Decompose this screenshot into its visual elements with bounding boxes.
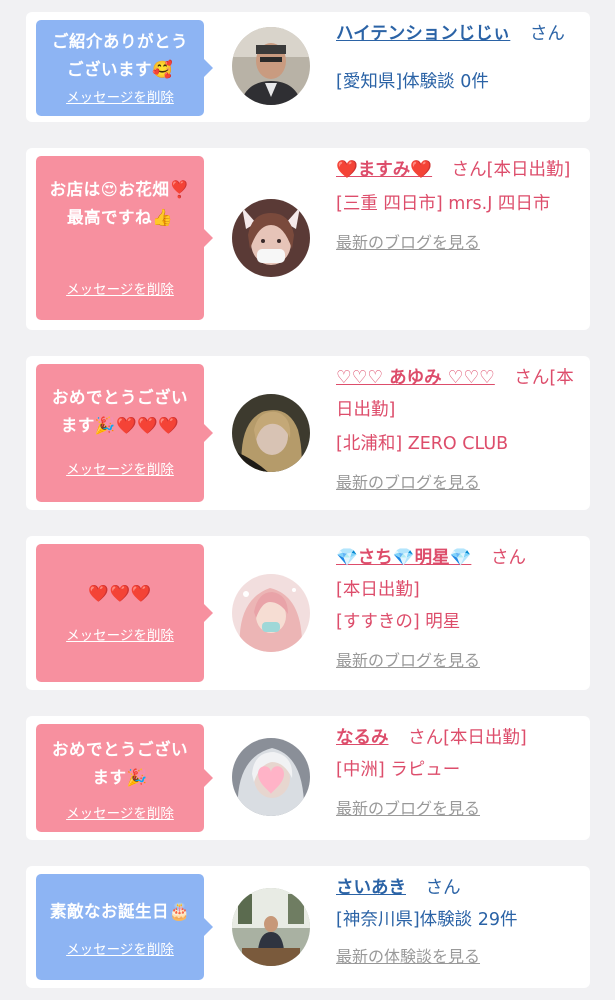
delete-message-link[interactable]: メッセージを削除: [36, 802, 204, 822]
sender-info: ❤️ますみ❤️ さん[本日出勤] [三重 四日市] mrs.J 四日市 最新のブ…: [336, 154, 582, 258]
delete-message-link[interactable]: メッセージを削除: [36, 624, 204, 644]
delete-message-link[interactable]: メッセージを削除: [36, 938, 204, 958]
message-card: おめでとうございます🎉 メッセージを削除 なるみ さん[本日出勤] [中洲] ラ…: [26, 716, 590, 840]
delete-message-link[interactable]: メッセージを削除: [36, 86, 204, 106]
message-text: おめでとうございます🎉❤️❤️❤️: [52, 388, 188, 435]
honorific: さん: [425, 878, 461, 898]
latest-blog-link[interactable]: 最新のブログを見る: [336, 228, 582, 258]
honorific: さん: [490, 548, 526, 568]
message-bubble: ❤️❤️❤️ メッセージを削除: [36, 544, 213, 682]
delete-message-link[interactable]: メッセージを削除: [36, 458, 204, 478]
message-text: ❤️❤️❤️: [88, 584, 152, 603]
sender-info: さいあき さん [神奈川県]体験談 29件 最新の体験談を見る: [336, 872, 582, 972]
woman-pink-hair-image: [232, 574, 310, 652]
message-card: お店は😍お花畑❣️最高ですね👍 メッセージを削除 ❤️ますみ❤️ さん[本日出勤…: [26, 148, 590, 330]
sender-detail: [三重 四日市] mrs.J 四日市: [336, 194, 551, 214]
latest-blog-link[interactable]: 最新のブログを見る: [336, 794, 582, 824]
honorific: さん[本日出勤]: [451, 160, 571, 180]
sender-status: [本日出勤]: [336, 580, 420, 600]
message-text: お店は😍お花畑❣️最高ですね👍: [49, 180, 191, 227]
cat-ear-woman-image: [232, 199, 310, 277]
man-in-room-image: [232, 888, 310, 966]
sender-info: ♡♡♡ あゆみ ♡♡♡ さん[本日出勤] [北浦和] ZERO CLUB 最新の…: [336, 362, 582, 498]
sender-detail: [愛知県]体験談 0件: [336, 72, 489, 92]
latest-blog-link[interactable]: 最新のブログを見る: [336, 468, 582, 498]
sender-detail: [北浦和] ZERO CLUB: [336, 434, 509, 454]
sender-name-link[interactable]: ❤️ますみ❤️: [336, 160, 432, 180]
message-bubble: おめでとうございます🎉❤️❤️❤️ メッセージを削除: [36, 364, 213, 502]
sender-name-link[interactable]: さいあき: [336, 878, 406, 898]
message-text: おめでとうございます🎉: [52, 740, 188, 787]
message-text: ご紹介ありがとうございます🥰: [52, 32, 188, 79]
sender-detail: [神奈川県]体験談 29件: [336, 910, 518, 930]
avatar[interactable]: [232, 888, 310, 966]
honorific: さん: [529, 24, 565, 44]
message-bubble: ご紹介ありがとうございます🥰 メッセージを削除: [36, 20, 213, 116]
sender-name-link[interactable]: ハイテンションじじぃ: [336, 24, 510, 44]
sender-info: 💎さち💎明星💎 さん [本日出勤] [すすきの] 明星 最新のブログを見る: [336, 542, 582, 676]
message-bubble: おめでとうございます🎉 メッセージを削除: [36, 724, 213, 832]
message-list: ご紹介ありがとうございます🥰 メッセージを削除 ハイテンションじじぃ さん [愛…: [0, 0, 615, 1000]
avatar[interactable]: [232, 27, 310, 105]
latest-review-link[interactable]: 最新の体験談を見る: [336, 942, 582, 972]
message-bubble: 素敵なお誕生日🎂 メッセージを削除: [36, 874, 213, 980]
message-card: ご紹介ありがとうございます🥰 メッセージを削除 ハイテンションじじぃ さん [愛…: [26, 12, 590, 122]
sender-name-link[interactable]: 💎さち💎明星💎: [336, 548, 471, 568]
latest-blog-link[interactable]: 最新のブログを見る: [336, 646, 582, 676]
message-card: 素敵なお誕生日🎂 メッセージを削除 さいあき さん [神奈川県]体験談 29件 …: [26, 866, 590, 988]
avatar[interactable]: [232, 394, 310, 472]
sender-detail: [すすきの] 明星: [336, 612, 461, 632]
woman-blurred-image: [232, 394, 310, 472]
avatar[interactable]: [232, 738, 310, 816]
sender-info: なるみ さん[本日出勤] [中洲] ラピュー 最新のブログを見る: [336, 722, 582, 824]
honorific: さん[本日出勤]: [408, 728, 527, 748]
sender-name-link[interactable]: ♡♡♡ あゆみ ♡♡♡: [336, 368, 495, 388]
sender-detail: [中洲] ラピュー: [336, 760, 461, 780]
sender-name-link[interactable]: なるみ: [336, 728, 389, 748]
message-bubble: お店は😍お花畑❣️最高ですね👍 メッセージを削除: [36, 156, 213, 320]
delete-message-link[interactable]: メッセージを削除: [36, 278, 204, 298]
sender-info: ハイテンションじじぃ さん [愛知県]体験談 0件: [336, 18, 582, 98]
avatar[interactable]: [232, 574, 310, 652]
message-card: おめでとうございます🎉❤️❤️❤️ メッセージを削除 ♡♡♡ あゆみ ♡♡♡ さ…: [26, 356, 590, 510]
message-text: 素敵なお誕生日🎂: [49, 902, 191, 921]
man-portrait-image: [232, 27, 310, 105]
message-card: ❤️❤️❤️ メッセージを削除 💎さち💎明星💎 さん [本日出勤] [すすきの]…: [26, 536, 590, 690]
woman-heart-covered-image: [232, 738, 310, 816]
avatar[interactable]: [232, 199, 310, 277]
